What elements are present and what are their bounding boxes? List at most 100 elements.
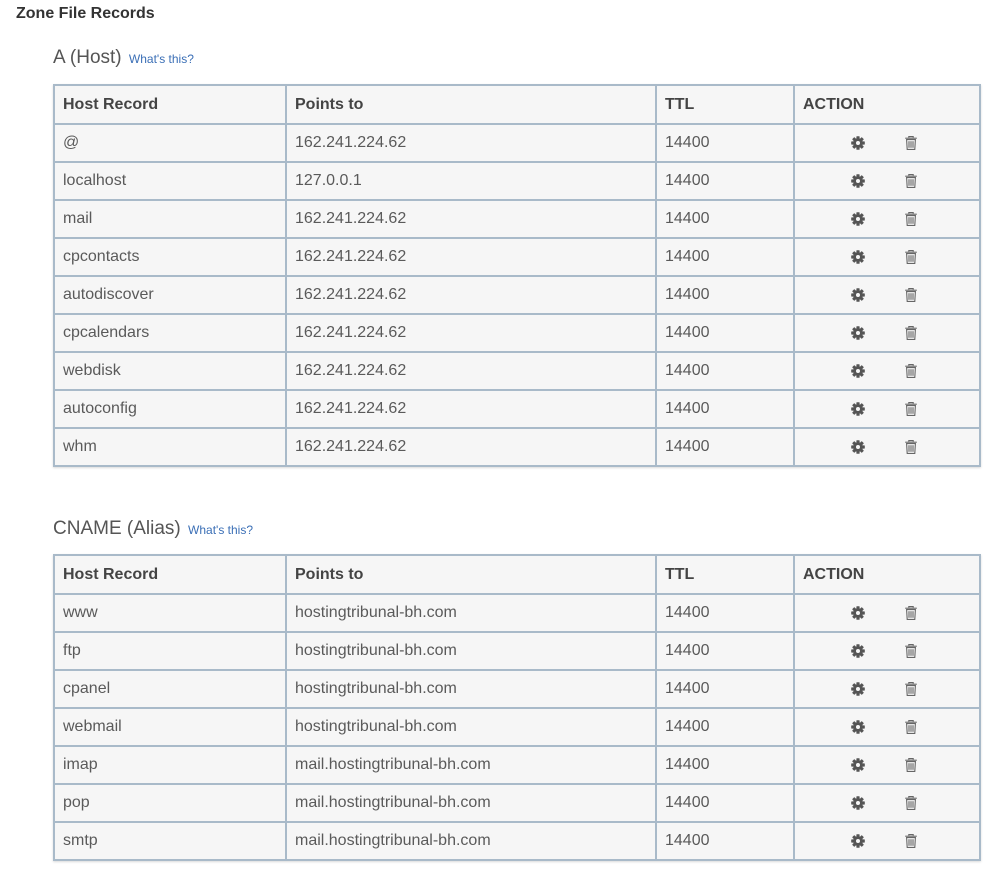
gear-icon[interactable] — [850, 757, 866, 773]
trash-icon[interactable] — [903, 681, 919, 697]
ttl-cell: 14400 — [655, 313, 795, 353]
column-header-ttl: TTL — [655, 84, 795, 125]
ttl-cell: 14400 — [655, 237, 795, 277]
table-row: localhost 127.0.0.1 14400 — [53, 161, 981, 201]
cname-records-body: www hostingtribunal-bh.com 14400 ftp hos… — [53, 593, 981, 861]
column-header-ttl: TTL — [655, 554, 795, 595]
action-cell — [793, 161, 981, 201]
table-row: autodiscover 162.241.224.62 14400 — [53, 275, 981, 315]
points-to-cell: hostingtribunal-bh.com — [285, 593, 657, 633]
gear-icon[interactable] — [850, 833, 866, 849]
gear-icon[interactable] — [850, 795, 866, 811]
gear-icon[interactable] — [850, 135, 866, 151]
gear-icon[interactable] — [850, 439, 866, 455]
gear-icon[interactable] — [850, 605, 866, 621]
cname-records-help-link[interactable]: What's this? — [188, 523, 253, 537]
table-header-row: Host Record Points to TTL ACTION — [53, 554, 981, 595]
gear-icon[interactable] — [850, 249, 866, 265]
gear-icon[interactable] — [850, 363, 866, 379]
gear-icon[interactable] — [850, 173, 866, 189]
gear-icon[interactable] — [850, 401, 866, 417]
host-record-cell: webmail — [53, 707, 287, 747]
trash-icon[interactable] — [903, 439, 919, 455]
a-records-title: A (Host) — [53, 47, 122, 68]
points-to-cell: 162.241.224.62 — [285, 123, 657, 163]
host-record-cell: imap — [53, 745, 287, 785]
table-row: cpanel hostingtribunal-bh.com 14400 — [53, 669, 981, 709]
host-record-cell: mail — [53, 199, 287, 239]
trash-icon[interactable] — [903, 287, 919, 303]
trash-icon[interactable] — [903, 363, 919, 379]
ttl-cell: 14400 — [655, 389, 795, 429]
host-record-cell: whm — [53, 427, 287, 467]
points-to-cell: 162.241.224.62 — [285, 351, 657, 391]
trash-icon[interactable] — [903, 795, 919, 811]
trash-icon[interactable] — [903, 173, 919, 189]
gear-icon[interactable] — [850, 211, 866, 227]
ttl-cell: 14400 — [655, 123, 795, 163]
action-cell — [793, 707, 981, 747]
action-cell — [793, 123, 981, 163]
ttl-cell: 14400 — [655, 745, 795, 785]
table-row: autoconfig 162.241.224.62 14400 — [53, 389, 981, 429]
table-row: cpcontacts 162.241.224.62 14400 — [53, 237, 981, 277]
cname-records-title: CNAME (Alias) — [53, 518, 181, 539]
points-to-cell: hostingtribunal-bh.com — [285, 707, 657, 747]
host-record-cell: cpcontacts — [53, 237, 287, 277]
trash-icon[interactable] — [903, 211, 919, 227]
trash-icon[interactable] — [903, 325, 919, 341]
host-record-cell: localhost — [53, 161, 287, 201]
action-cell — [793, 313, 981, 353]
page-title: Zone File Records — [16, 5, 155, 22]
points-to-cell: 162.241.224.62 — [285, 237, 657, 277]
host-record-cell: autoconfig — [53, 389, 287, 429]
table-row: imap mail.hostingtribunal-bh.com 14400 — [53, 745, 981, 785]
host-record-cell: cpanel — [53, 669, 287, 709]
a-records-table: Host Record Points to TTL ACTION @ 162.2… — [53, 84, 981, 467]
table-row: pop mail.hostingtribunal-bh.com 14400 — [53, 783, 981, 823]
points-to-cell: 162.241.224.62 — [285, 275, 657, 315]
column-header-action: ACTION — [793, 554, 981, 595]
gear-icon[interactable] — [850, 325, 866, 341]
gear-icon[interactable] — [850, 643, 866, 659]
trash-icon[interactable] — [903, 833, 919, 849]
column-header-points-to: Points to — [285, 84, 657, 125]
host-record-cell: cpcalendars — [53, 313, 287, 353]
column-header-host: Host Record — [53, 554, 287, 595]
ttl-cell: 14400 — [655, 821, 795, 861]
table-row: @ 162.241.224.62 14400 — [53, 123, 981, 163]
a-records-body: @ 162.241.224.62 14400 localhost 127.0.0… — [53, 123, 981, 467]
action-cell — [793, 275, 981, 315]
table-row: whm 162.241.224.62 14400 — [53, 427, 981, 467]
table-row: cpcalendars 162.241.224.62 14400 — [53, 313, 981, 353]
action-cell — [793, 821, 981, 861]
ttl-cell: 14400 — [655, 427, 795, 467]
ttl-cell: 14400 — [655, 275, 795, 315]
trash-icon[interactable] — [903, 719, 919, 735]
action-cell — [793, 389, 981, 429]
gear-icon[interactable] — [850, 681, 866, 697]
table-row: www hostingtribunal-bh.com 14400 — [53, 593, 981, 633]
trash-icon[interactable] — [903, 605, 919, 621]
trash-icon[interactable] — [903, 757, 919, 773]
trash-icon[interactable] — [903, 401, 919, 417]
action-cell — [793, 593, 981, 633]
table-header-row: Host Record Points to TTL ACTION — [53, 84, 981, 125]
points-to-cell: mail.hostingtribunal-bh.com — [285, 745, 657, 785]
host-record-cell: pop — [53, 783, 287, 823]
gear-icon[interactable] — [850, 287, 866, 303]
table-row: webdisk 162.241.224.62 14400 — [53, 351, 981, 391]
table-row: smtp mail.hostingtribunal-bh.com 14400 — [53, 821, 981, 861]
points-to-cell: 162.241.224.62 — [285, 427, 657, 467]
gear-icon[interactable] — [850, 719, 866, 735]
points-to-cell: mail.hostingtribunal-bh.com — [285, 783, 657, 823]
table-row: ftp hostingtribunal-bh.com 14400 — [53, 631, 981, 671]
ttl-cell: 14400 — [655, 351, 795, 391]
trash-icon[interactable] — [903, 135, 919, 151]
trash-icon[interactable] — [903, 643, 919, 659]
column-header-action: ACTION — [793, 84, 981, 125]
a-records-help-link[interactable]: What's this? — [129, 52, 194, 66]
trash-icon[interactable] — [903, 249, 919, 265]
host-record-cell: www — [53, 593, 287, 633]
points-to-cell: 162.241.224.62 — [285, 389, 657, 429]
